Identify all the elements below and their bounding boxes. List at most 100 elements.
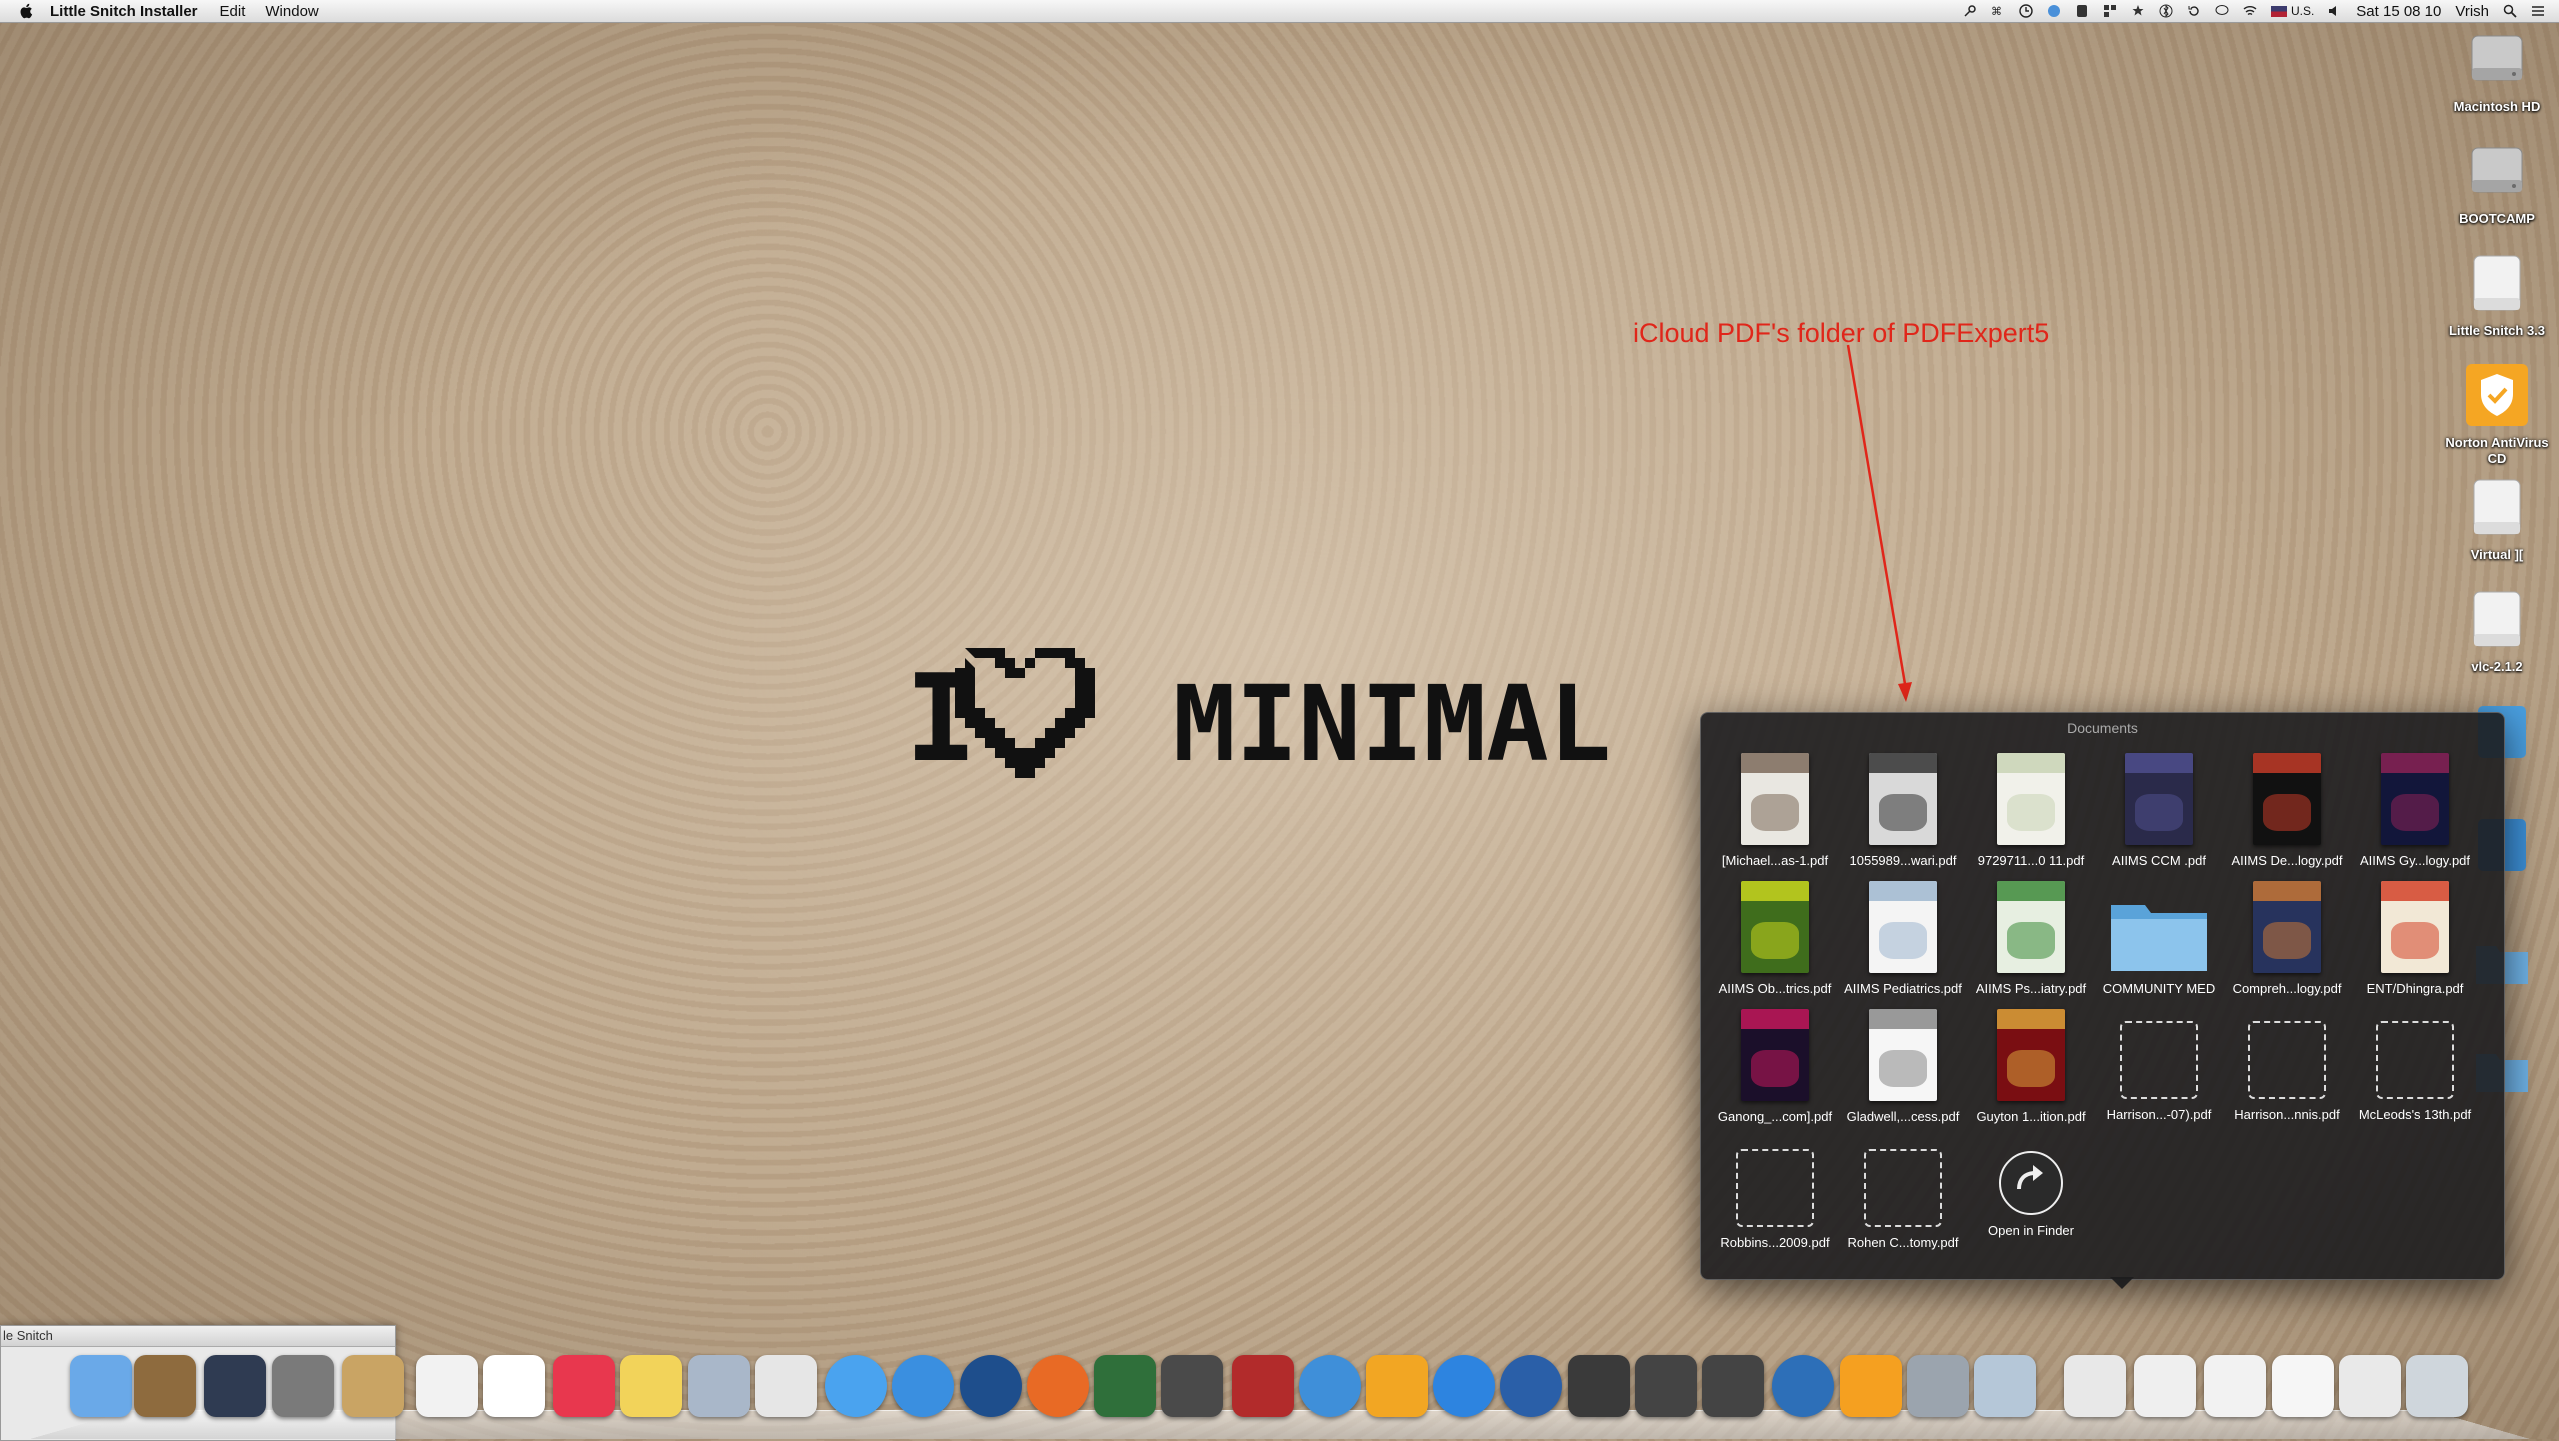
stack-document-item[interactable]: AIIMS Gy...logy.pdf [2351,753,2479,881]
stack-icon[interactable] [2064,1355,2126,1417]
firefox-icon[interactable] [1027,1355,1089,1417]
stack-document-item[interactable]: AIIMS Ps...iatry.pdf [1967,881,2095,1009]
quicktime-icon[interactable] [1500,1355,1562,1417]
reminders-icon[interactable] [483,1355,545,1417]
stack-document-item[interactable]: 1055989...wari.pdf [1839,753,1967,881]
pocket-icon[interactable] [553,1355,615,1417]
downloads-icon[interactable] [1907,1355,1969,1417]
documents-icon[interactable] [2134,1355,2196,1417]
window-icon[interactable] [2272,1355,2334,1417]
calendar-icon[interactable] [416,1355,478,1417]
stack-document-item[interactable]: ENT/Dhingra.pdf [2351,881,2479,1009]
desktop-icon-label: Macintosh HD [2453,99,2541,114]
hard-drive-icon [2471,147,2523,193]
network-icon[interactable] [1772,1355,1834,1417]
chat-status-icon[interactable] [2215,4,2229,18]
stack-document-item[interactable]: [Michael...as-1.pdf [1711,753,1839,881]
system-preferences-icon[interactable] [272,1355,334,1417]
activity-monitor-icon[interactable] [204,1355,266,1417]
stack-document-item[interactable]: AIIMS CCM .pdf [2095,753,2223,881]
preview-icon[interactable] [134,1355,196,1417]
stack-document-item[interactable]: Guyton 1...ition.pdf [1967,1009,2095,1137]
stack-document-item[interactable]: Harrison...nnis.pdf [2223,1009,2351,1137]
desktop-icon-vlc[interactable]: vlc-2.1.2 [2445,588,2549,675]
docs2-icon[interactable] [2204,1355,2266,1417]
pdf-cover-thumbnail [1997,881,2065,973]
stack-document-item[interactable]: 9729711...0 11.pdf [1967,753,2095,881]
app-store-icon[interactable] [1433,1355,1495,1417]
stack-document-item[interactable]: AIIMS De...logy.pdf [2223,753,2351,881]
desktop-icon-little-snitch[interactable]: Little Snitch 3.3 [2445,252,2549,339]
mail-icon[interactable] [688,1355,750,1417]
stack-document-item[interactable]: McLeods's 13th.pdf [2351,1009,2479,1137]
stack-item-label: COMMUNITY MED [2102,981,2216,996]
menu-window[interactable]: Window [265,3,318,20]
app-name-menu[interactable]: Little Snitch Installer [50,3,198,20]
desktop-icon-bootcamp[interactable]: BOOTCAMP [2445,140,2549,227]
clock-status-icon[interactable] [2019,4,2033,18]
bluetooth-icon[interactable] [2159,4,2173,18]
folx2-icon[interactable] [1702,1355,1764,1417]
wallpaper-text-minimal: MINIMAL [1173,663,1611,785]
desktop-icon-norton[interactable]: Norton AntiVirus CD [2445,364,2549,467]
us-flag-icon[interactable] [2270,5,2287,17]
input-source[interactable]: U.S. [2291,4,2314,18]
preview2-icon[interactable] [1974,1355,2036,1417]
stack-item-label: Guyton 1...ition.pdf [1976,1109,2086,1124]
volume-icon[interactable] [2328,4,2342,18]
itunes-icon[interactable] [1299,1355,1361,1417]
photo-booth-icon[interactable] [1232,1355,1294,1417]
notification-center-icon[interactable] [2531,4,2545,18]
grid-status-icon[interactable] [2103,4,2117,18]
app-icon[interactable] [1366,1355,1428,1417]
safari-icon[interactable] [892,1355,954,1417]
stack-document-item[interactable]: Harrison...-07).pdf [2095,1009,2223,1137]
trash-icon[interactable] [2406,1355,2468,1417]
network-status-icon[interactable] [2047,4,2061,18]
stack-document-item[interactable]: AIIMS Ob...trics.pdf [1711,881,1839,1009]
stack-item-label: AIIMS CCM .pdf [2112,853,2206,868]
wifi-icon[interactable] [2243,4,2257,18]
time-machine-icon[interactable] [1161,1355,1223,1417]
disk-image-icon [2473,255,2521,311]
key-icon[interactable] [1963,4,1977,18]
facetime-icon[interactable] [1094,1355,1156,1417]
stack-document-item[interactable]: Gladwell,...cess.pdf [1839,1009,1967,1137]
spotlight-search-icon[interactable] [2503,4,2517,18]
stack-item-label: AIIMS Gy...logy.pdf [2359,853,2471,868]
menu-bar: Little Snitch Installer Edit Window ⌘ U.… [0,0,2559,23]
stack-document-item[interactable]: Rohen C...tomy.pdf [1839,1137,1967,1265]
messages-icon[interactable] [825,1355,887,1417]
fruit-icon[interactable] [1840,1355,1902,1417]
user-menu[interactable]: Vrish [2455,3,2489,20]
pdf-placeholder-icon [1864,1149,1942,1227]
star-status-icon[interactable] [2131,4,2145,18]
stack-document-item[interactable]: Compreh...logy.pdf [2223,881,2351,1009]
stack-document-item[interactable]: Ganong_...com].pdf [1711,1009,1839,1137]
stack-folder-item[interactable]: COMMUNITY MED [2095,881,2223,1009]
finder-icon[interactable] [70,1355,132,1417]
menu-edit[interactable]: Edit [220,3,246,20]
disk-image-icon [2473,479,2521,535]
apple-menu-icon[interactable] [18,2,36,20]
stack-document-item[interactable]: Robbins...2009.pdf [1711,1137,1839,1265]
folx-icon[interactable] [1635,1355,1697,1417]
time-machine-status-icon[interactable] [2187,4,2201,18]
open-in-finder-button[interactable]: Open in Finder [1967,1137,2095,1265]
app-status-icon[interactable] [2075,4,2089,18]
window2-icon[interactable] [2339,1355,2401,1417]
dock [30,1345,2530,1439]
desktop-icon-virtual[interactable]: Virtual ][ [2445,476,2549,563]
stack-item-label: Compreh...logy.pdf [2232,981,2342,996]
stack-document-item[interactable]: AIIMS Pediatrics.pdf [1839,881,1967,1009]
stack-item-label: AIIMS De...logy.pdf [2231,853,2343,868]
command-icon[interactable]: ⌘ [1991,4,2005,18]
desktop-icon-macintosh-hd[interactable]: Macintosh HD [2445,28,2549,115]
onepassword-icon[interactable] [960,1355,1022,1417]
stickies-icon[interactable] [620,1355,682,1417]
photo-icon[interactable] [755,1355,817,1417]
stack-item-label: Harrison...nnis.pdf [2234,1107,2340,1122]
address-book-icon[interactable] [342,1355,404,1417]
clock[interactable]: Sat 15 08 10 [2356,3,2441,20]
vlc-icon[interactable] [1568,1355,1630,1417]
